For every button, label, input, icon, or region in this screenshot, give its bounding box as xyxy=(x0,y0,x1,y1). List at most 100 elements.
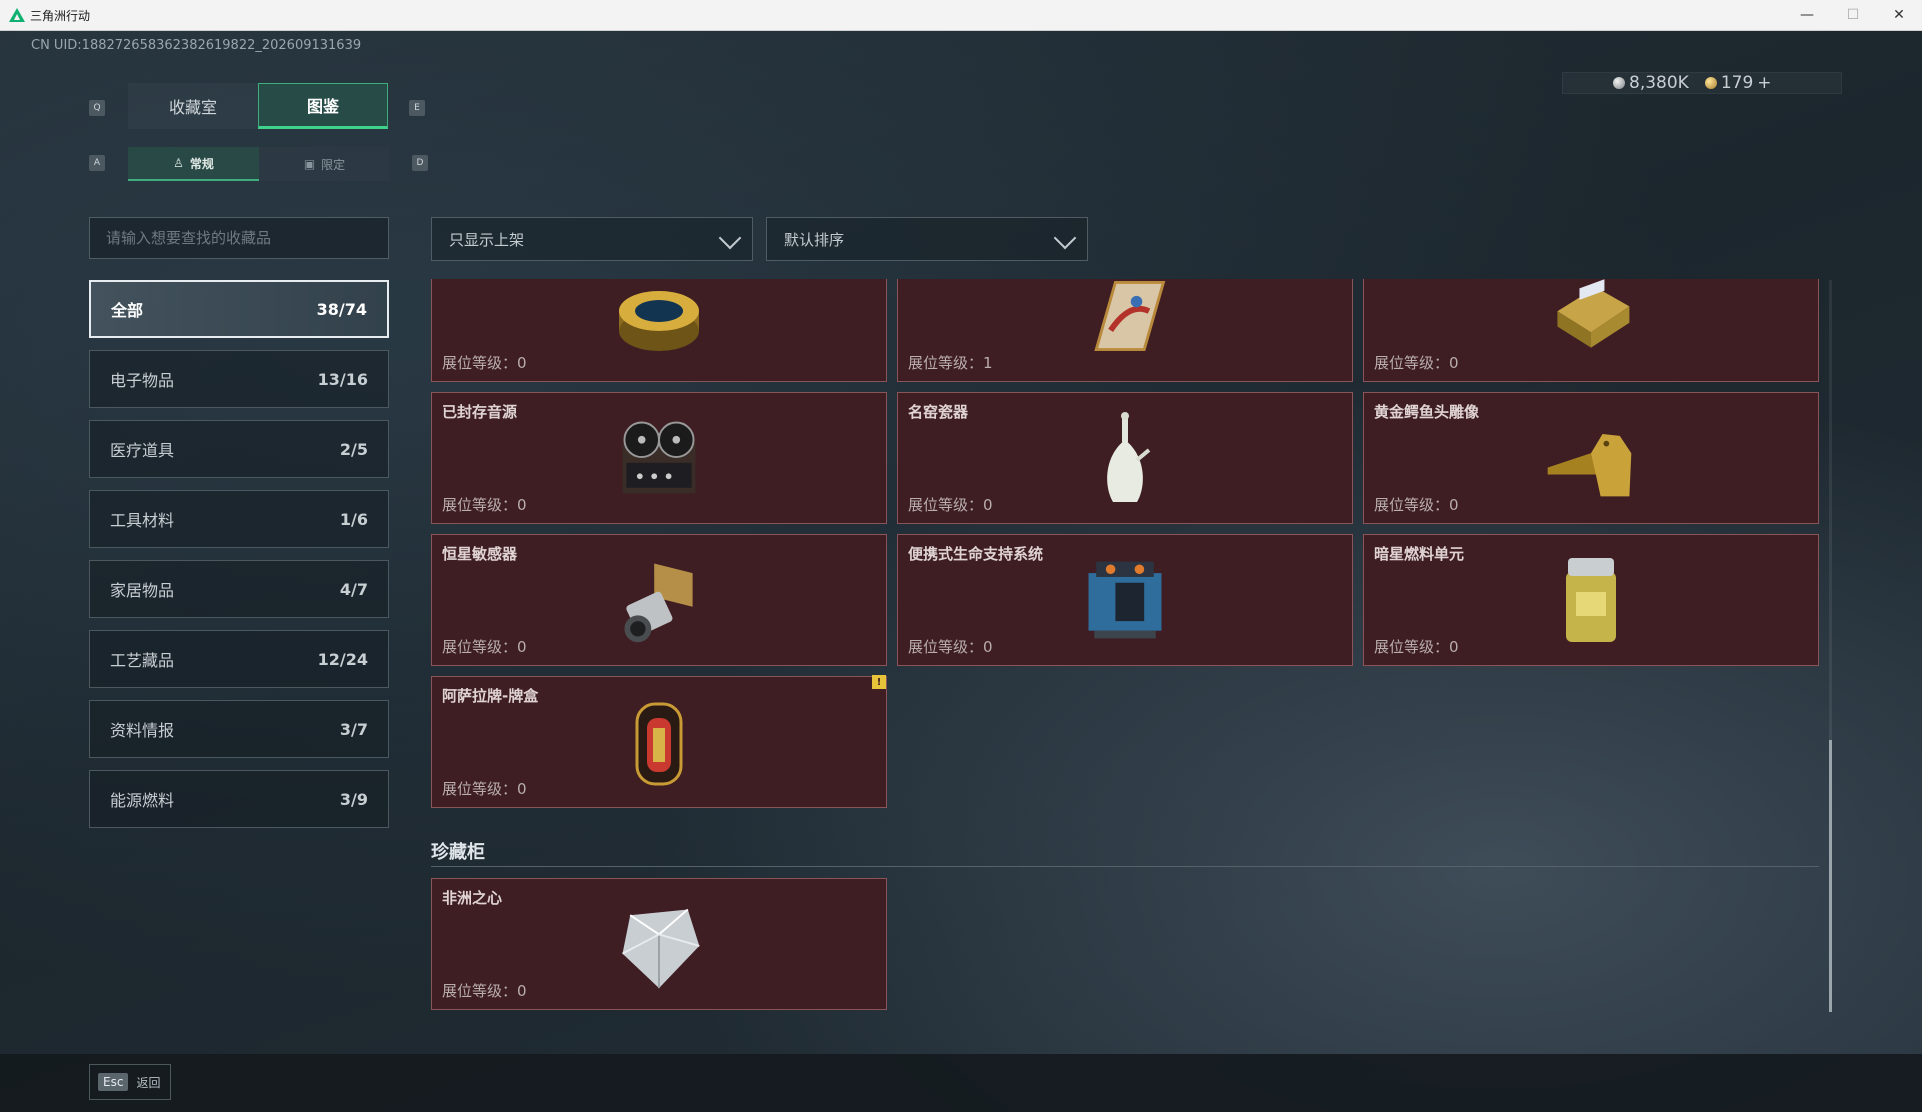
close-button[interactable]: ✕ xyxy=(1876,0,1922,30)
collection-card[interactable]: 便携式生命支持系统 展位等级：0 xyxy=(897,534,1353,666)
card-level: 展位等级：0 xyxy=(1374,354,1459,372)
life-support-icon xyxy=(1077,552,1173,648)
category-tools[interactable]: 工具材料 1/6 xyxy=(89,490,389,548)
collection-card[interactable]: 暗星燃料单元 展位等级：0 xyxy=(1363,534,1819,666)
card-level: 展位等级：0 xyxy=(442,354,527,372)
back-button[interactable]: Esc 返回 xyxy=(89,1064,171,1100)
card-name: 非洲之心 xyxy=(442,889,503,907)
collection-card[interactable]: 名窑瓷器 展位等级：0 xyxy=(897,392,1353,524)
maximize-button[interactable]: ☐ xyxy=(1830,0,1876,30)
grid-scrollbar[interactable] xyxy=(1829,280,1832,1012)
card-level: 展位等级：0 xyxy=(1374,638,1459,656)
add-currency-button[interactable]: + xyxy=(1757,73,1771,93)
card-level: 展位等级：0 xyxy=(442,496,527,514)
category-crafts[interactable]: 工艺藏品 12/24 xyxy=(89,630,389,688)
porcelain-vase-icon xyxy=(1077,410,1173,506)
footer-bar xyxy=(0,1054,1922,1112)
chevron-down-icon xyxy=(718,226,742,250)
collection-card[interactable]: 已封存音源 展位等级：0 xyxy=(431,392,887,524)
category-list: 全部 38/74 电子物品 13/16 医疗道具 2/5 工具材料 1/6 家居… xyxy=(89,280,389,840)
filter-value: 只显示上架 xyxy=(449,230,525,249)
chevron-down-icon xyxy=(1053,226,1077,250)
category-count: 12/24 xyxy=(317,649,368,669)
back-label: 返回 xyxy=(136,1075,161,1090)
collection-card[interactable]: 恒星敏感器 展位等级：0 xyxy=(431,534,887,666)
showcase-section-title: 珍藏柜 xyxy=(431,842,485,863)
category-medical[interactable]: 医疗道具 2/5 xyxy=(89,420,389,478)
category-label: 全部 xyxy=(111,301,144,320)
card-name: 便携式生命支持系统 xyxy=(908,545,1044,563)
main-tabs: 收藏室 图鉴 xyxy=(128,83,388,131)
card-name: 黄金鳄鱼头雕像 xyxy=(1374,403,1480,421)
card-level: 展位等级：0 xyxy=(908,496,993,514)
card-level: 展位等级：0 xyxy=(908,638,993,656)
fuel-cell-icon xyxy=(1543,552,1639,648)
category-label: 家居物品 xyxy=(110,581,175,600)
diamond-icon xyxy=(611,896,707,992)
category-household[interactable]: 家居物品 4/7 xyxy=(89,560,389,618)
key-hint-a: A xyxy=(89,155,105,171)
category-all[interactable]: 全部 38/74 xyxy=(89,280,389,338)
subtab-regular[interactable]: ♙ 常规 xyxy=(128,147,259,181)
card-level: 展位等级：0 xyxy=(442,638,527,656)
collection-card[interactable]: 阿萨拉牌-牌盒 ! 展位等级：0 xyxy=(431,675,887,808)
sort-value: 默认排序 xyxy=(784,230,845,249)
category-count: 3/7 xyxy=(339,719,368,739)
card-level: 展位等级：0 xyxy=(442,982,527,1000)
gold-crocodile-icon xyxy=(1543,410,1639,506)
esc-key-hint: Esc xyxy=(98,1073,129,1091)
card-box-icon xyxy=(611,694,707,790)
window-title-bar: 三角洲行动 — ☐ ✕ xyxy=(0,0,1922,31)
category-intel[interactable]: 资料情报 3/7 xyxy=(89,700,389,758)
category-label: 工具材料 xyxy=(110,511,175,530)
key-hint-e: E xyxy=(409,100,425,116)
key-hint-q: Q xyxy=(89,100,105,116)
card-name: 名窑瓷器 xyxy=(908,403,969,421)
category-label: 资料情报 xyxy=(110,721,175,740)
search-input[interactable] xyxy=(89,217,389,259)
category-electronics[interactable]: 电子物品 13/16 xyxy=(89,350,389,408)
gold-amount: 179 xyxy=(1720,73,1754,93)
card-name: 已封存音源 xyxy=(442,403,518,421)
card-level: 展位等级：1 xyxy=(908,354,993,372)
card-name: 暗星燃料单元 xyxy=(1374,545,1465,563)
gold-currency[interactable]: 179 + xyxy=(1704,73,1772,93)
category-count: 3/9 xyxy=(339,789,368,809)
collection-card[interactable]: 非洲之心 展位等级：0 xyxy=(431,878,887,1010)
vase-icon: ♙ xyxy=(173,156,184,170)
ornate-card-icon xyxy=(1077,279,1173,364)
collection-card[interactable]: 展位等级：1 xyxy=(897,279,1353,382)
category-energy[interactable]: 能源燃料 3/9 xyxy=(89,770,389,828)
category-label: 工艺藏品 xyxy=(110,651,175,670)
caviar-tin-icon xyxy=(611,279,707,364)
window-title: 三角洲行动 xyxy=(30,9,91,23)
currency-bar: 8,380K 179 + xyxy=(1562,72,1842,94)
tab-catalog[interactable]: 图鉴 xyxy=(258,83,388,129)
category-count: 38/74 xyxy=(316,299,367,319)
gold-device-icon xyxy=(1543,279,1639,364)
silver-coin-icon xyxy=(1613,77,1625,89)
card-level: 展位等级：0 xyxy=(1374,496,1459,514)
tape-recorder-icon xyxy=(611,410,707,506)
sub-tabs: ♙ 常规 ▣ 限定 xyxy=(128,147,390,181)
sort-dropdown[interactable]: 默认排序 xyxy=(766,217,1088,261)
minimize-button[interactable]: — xyxy=(1784,0,1830,30)
tab-collection-room[interactable]: 收藏室 xyxy=(128,83,258,129)
card-level: 展位等级：0 xyxy=(442,780,527,798)
new-badge: ! xyxy=(872,675,886,689)
scrollbar-thumb[interactable] xyxy=(1829,740,1832,1012)
subtab-limited[interactable]: ▣ 限定 xyxy=(259,147,390,181)
filter-dropdown[interactable]: 只显示上架 xyxy=(431,217,753,261)
gold-coin-icon xyxy=(1704,77,1717,89)
key-hint-d: D xyxy=(412,155,428,171)
subtab-regular-label: 常规 xyxy=(189,156,214,171)
collection-card[interactable]: 展位等级：0 xyxy=(1363,279,1819,382)
category-label: 医疗道具 xyxy=(110,441,175,460)
category-label: 能源燃料 xyxy=(110,791,175,810)
collection-card[interactable]: 黄金鳄鱼头雕像 展位等级：0 xyxy=(1363,392,1819,524)
category-count: 2/5 xyxy=(339,439,368,459)
category-count: 1/6 xyxy=(339,509,368,529)
picture-icon: ▣ xyxy=(303,157,316,171)
collection-card[interactable]: 展位等级：0 xyxy=(431,279,887,382)
silver-amount: 8,380K xyxy=(1629,73,1689,93)
